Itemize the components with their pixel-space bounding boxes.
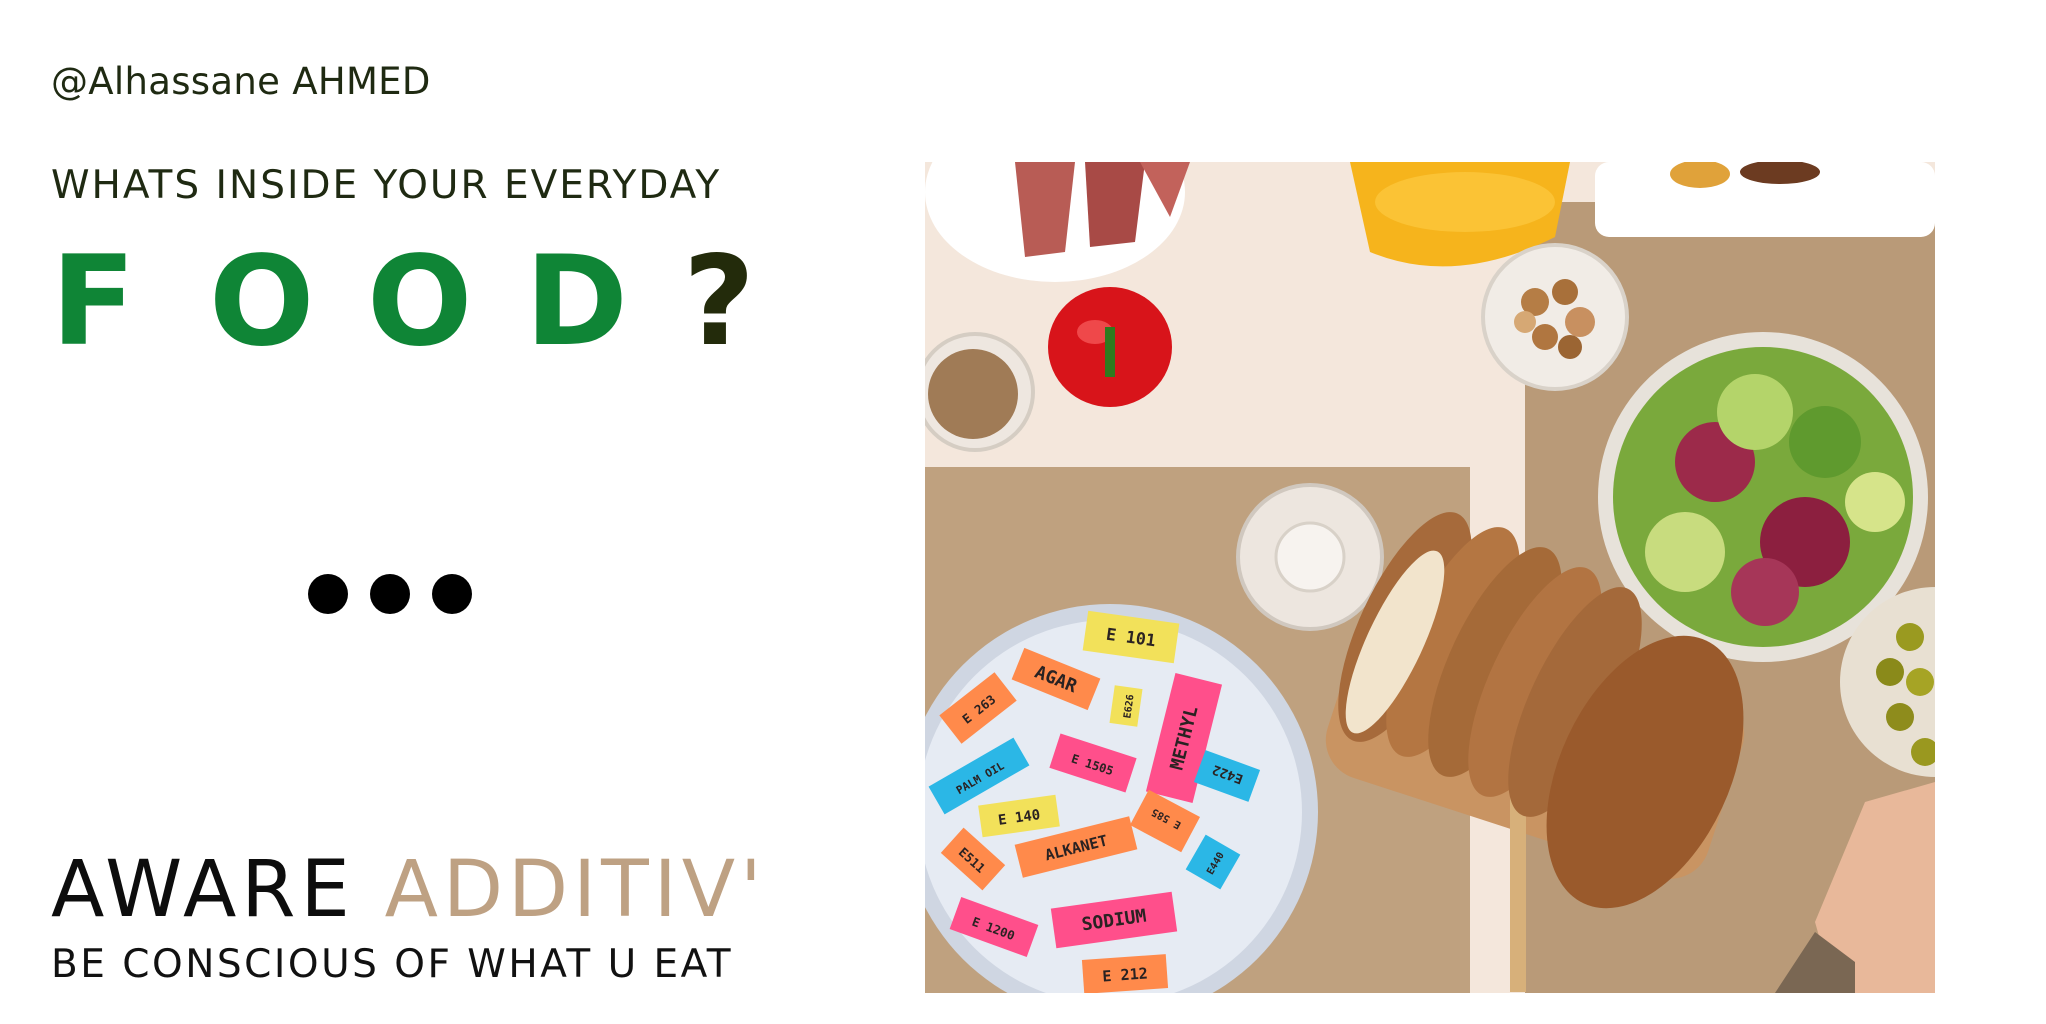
nut-bowl <box>1481 243 1629 391</box>
dot-icon <box>432 574 472 614</box>
food-letter-o2: O <box>367 230 473 374</box>
food-letter-o1: O <box>209 230 315 374</box>
ellipsis-dots <box>308 574 472 614</box>
food-headline: F O O D ? <box>51 240 755 364</box>
red-pepper <box>1048 287 1172 407</box>
roasted-dish <box>1595 162 1935 237</box>
tagline: BE CONSCIOUS OF WHAT U EAT <box>51 942 734 987</box>
food-letter-f: F <box>51 230 136 374</box>
brand-name: AWARE ADDITIV' <box>51 842 767 938</box>
author-handle: @Alhassane AHMED <box>51 60 431 103</box>
additive-tag: E 212 <box>1081 954 1169 993</box>
food-letter-d: D <box>525 230 628 374</box>
brand-word-aware: AWARE <box>51 845 355 935</box>
dot-icon <box>308 574 348 614</box>
headline-kicker: WHATS INSIDE YOUR EVERYDAY <box>51 163 722 208</box>
food-table-photo: E 101 AGAR E 263 E626 METHYL PALM OIL E 1505 E4… <box>925 162 1935 993</box>
water-glass <box>1236 483 1384 631</box>
spread-bowl <box>925 332 1035 452</box>
brand-word-additiv: ADDITIV' <box>384 845 767 935</box>
dot-icon <box>370 574 410 614</box>
additive-tag: E626 <box>1109 685 1143 727</box>
question-mark: ? <box>683 230 755 374</box>
tag-label: E 212 <box>1102 964 1149 985</box>
